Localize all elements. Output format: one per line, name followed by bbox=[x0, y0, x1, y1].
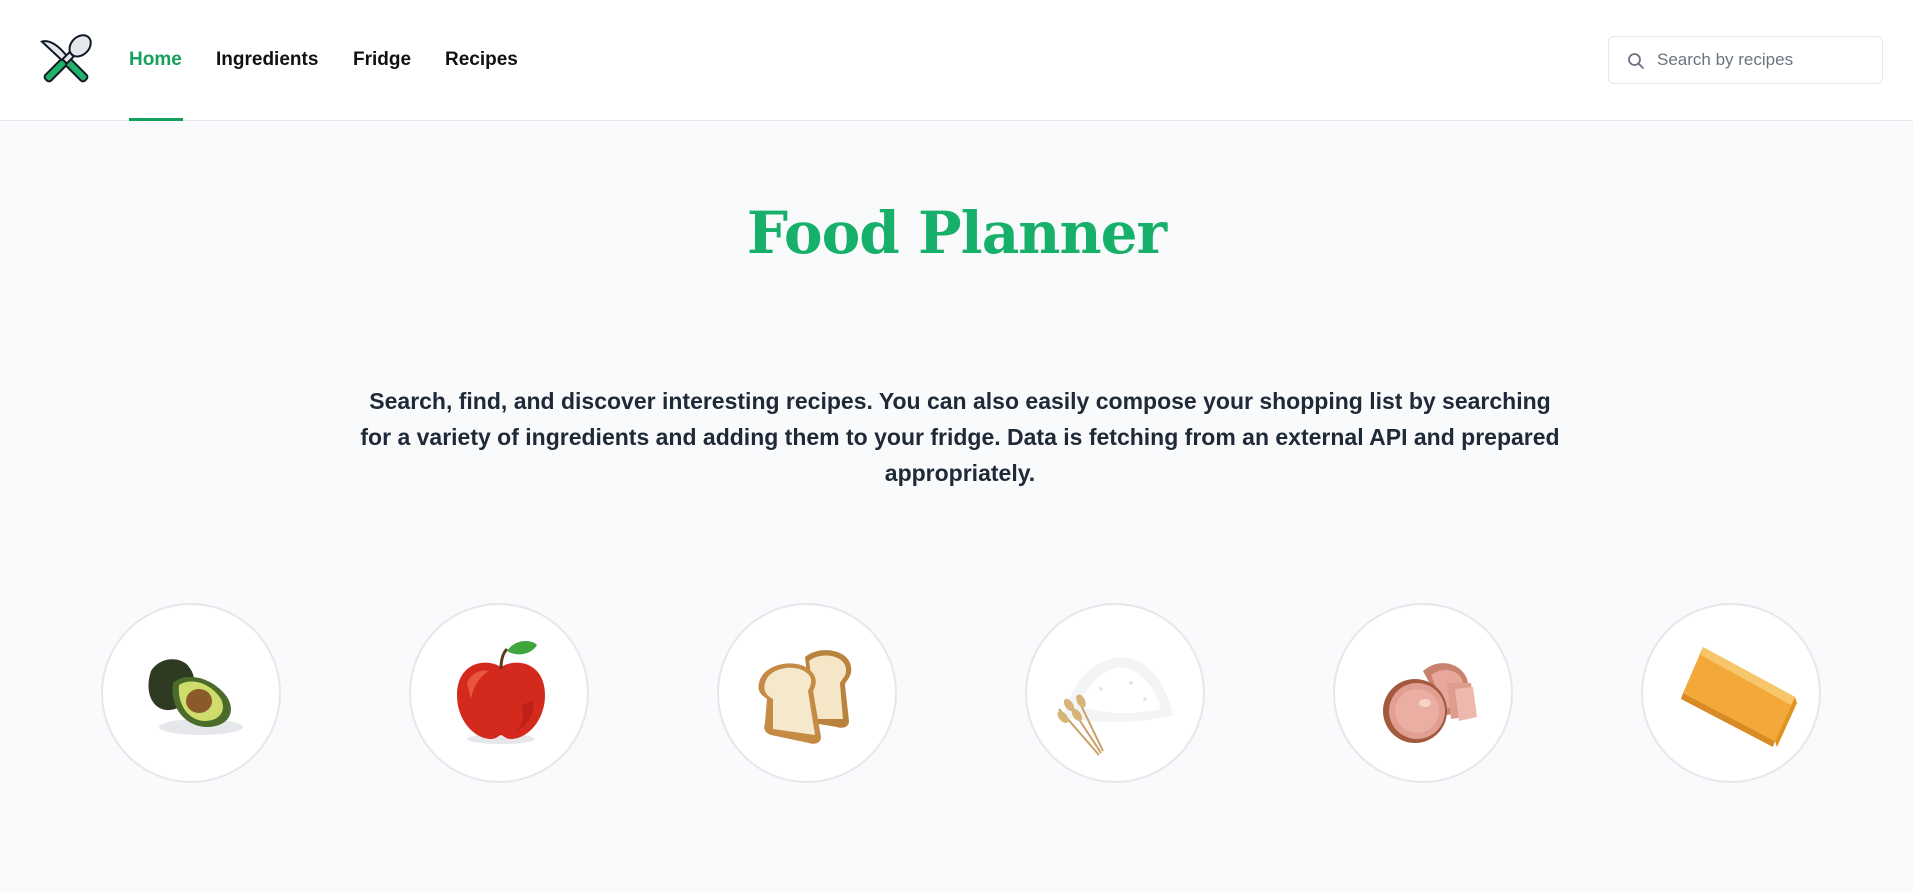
nav-link-fridge[interactable]: Fridge bbox=[353, 50, 411, 70]
bread-icon bbox=[758, 650, 852, 744]
ingredient-avocado[interactable] bbox=[101, 603, 281, 783]
page-description: Search, find, and discover interesting r… bbox=[360, 388, 1560, 486]
active-nav-indicator bbox=[129, 118, 183, 121]
top-navbar: Home Ingredients Fridge Recipes bbox=[0, 0, 1913, 121]
nav-link-home[interactable]: Home bbox=[129, 50, 182, 70]
search-box[interactable] bbox=[1608, 36, 1883, 84]
flour-icon bbox=[1057, 657, 1173, 756]
cheese-icon bbox=[1681, 647, 1797, 747]
crossed-knife-spoon-icon[interactable] bbox=[34, 28, 98, 92]
ham-icon bbox=[1383, 663, 1477, 743]
ingredient-flour[interactable] bbox=[1025, 603, 1205, 783]
search-icon bbox=[1627, 52, 1645, 70]
ingredient-ham[interactable] bbox=[1333, 603, 1513, 783]
ingredient-gallery bbox=[0, 603, 1913, 785]
avocado-icon bbox=[148, 659, 243, 735]
apple-icon bbox=[457, 641, 545, 744]
nav-link-recipes[interactable]: Recipes bbox=[445, 50, 518, 70]
ingredient-apple[interactable] bbox=[409, 603, 589, 783]
search-input[interactable] bbox=[1657, 37, 1872, 83]
nav-link-ingredients[interactable]: Ingredients bbox=[216, 50, 318, 70]
page-title: Food Planner bbox=[746, 199, 1167, 267]
ingredient-bread[interactable] bbox=[717, 603, 897, 783]
ingredient-cheese[interactable] bbox=[1641, 603, 1821, 783]
